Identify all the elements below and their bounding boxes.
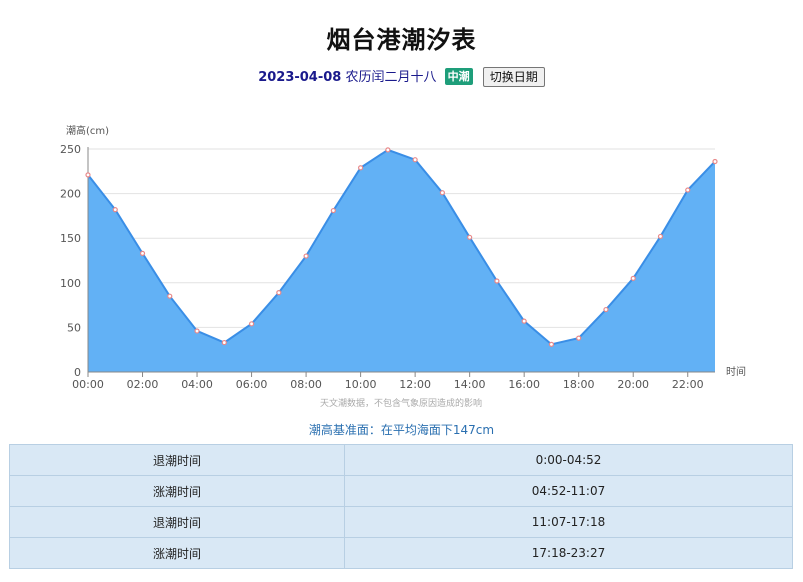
data-point xyxy=(467,234,473,240)
y-tick-label: 50 xyxy=(67,321,81,334)
data-point xyxy=(521,318,527,324)
x-tick-label: 08:00 xyxy=(290,378,322,391)
tide-phase-time: 11:07-17:18 xyxy=(344,506,793,538)
data-point xyxy=(85,172,91,178)
x-axis-label: 时间 xyxy=(726,365,746,378)
y-tick-label: 250 xyxy=(60,143,81,156)
data-point xyxy=(712,158,718,165)
table-row: 涨潮时间 17:18-23:27 xyxy=(9,537,793,569)
data-point xyxy=(112,207,118,213)
data-point xyxy=(358,165,364,171)
data-point xyxy=(194,328,200,334)
data-point xyxy=(439,190,445,196)
y-tick-label: 100 xyxy=(60,277,81,290)
data-point xyxy=(303,253,309,259)
date-text: 2023-04-08 xyxy=(258,70,342,85)
tide-times-table: 退潮时间 0:00-04:52 涨潮时间 04:52-11:07 退潮时间 11:07-1… xyxy=(9,444,793,569)
x-tick-label: 12:00 xyxy=(399,378,431,391)
x-tick-label: 16:00 xyxy=(508,378,540,391)
x-tick-label: 10:00 xyxy=(345,378,377,391)
data-note: 天文潮数据，不包含气象原因造成的影响 xyxy=(320,397,482,409)
lunar-date: 农历闰二月十八 xyxy=(345,70,437,85)
y-tick-label: 150 xyxy=(60,232,81,245)
tide-phase-label: 涨潮时间 xyxy=(9,475,345,507)
datum-text: 潮高基准面：在平均海面下147cm xyxy=(308,423,495,437)
tide-area xyxy=(88,149,715,372)
data-point xyxy=(385,147,391,153)
x-tick-label: 18:00 xyxy=(563,378,595,391)
tide-phase-label: 退潮时间 xyxy=(9,506,345,538)
data-point xyxy=(548,341,555,347)
data-point xyxy=(494,278,500,284)
page-title: 烟台港潮汐表 xyxy=(326,26,477,54)
tide-chart: 05010015020025000:00 02:00 04:00 06:00 08:00… xyxy=(60,124,746,409)
x-tick-label: 02:00 xyxy=(127,378,159,391)
tide-phase-label: 退潮时间 xyxy=(9,444,345,476)
data-point xyxy=(657,233,664,240)
tide-type-badge: 中潮 xyxy=(444,68,473,85)
tide-phase-time: 17:18-23:27 xyxy=(344,537,793,569)
data-point xyxy=(412,157,418,163)
tide-phase-time: 0:00-04:52 xyxy=(344,444,793,476)
tide-phase-time: 04:52-11:07 xyxy=(344,475,793,507)
x-tick-label: 06:00 xyxy=(236,378,268,391)
x-tick-label: 20:00 xyxy=(617,378,649,391)
data-point xyxy=(330,207,336,214)
data-point xyxy=(276,290,282,296)
data-point xyxy=(630,275,636,281)
data-point xyxy=(685,187,691,193)
x-tick-label: 22:00 xyxy=(672,378,704,391)
table-row: 退潮时间 11:07-17:18 xyxy=(9,506,793,538)
tide-phase-label: 涨潮时间 xyxy=(9,537,345,569)
table-row: 涨潮时间 04:52-11:07 xyxy=(9,475,793,507)
date-row: 2023-04-08 农历闰二月十八 中潮 切换日期 xyxy=(0,66,803,87)
y-tick-label: 200 xyxy=(60,188,81,201)
data-point xyxy=(576,335,582,341)
y-axis-label: 潮高(cm) xyxy=(66,124,109,137)
x-tick-label: 14:00 xyxy=(454,378,486,391)
x-tick-label: 04:00 xyxy=(181,378,213,391)
switch-date-button[interactable]: 切换日期 xyxy=(482,67,545,87)
data-point xyxy=(248,321,255,327)
data-point xyxy=(139,250,146,256)
data-point xyxy=(221,339,227,346)
data-point xyxy=(603,306,609,313)
tide-page: 烟台港潮汐表 2023-04-08 农历闰二月十八 中潮 切换日期 0 50 100… xyxy=(0,0,803,582)
table-row: 退潮时间 0:00-04:52 xyxy=(9,444,793,476)
data-point xyxy=(167,293,173,299)
x-tick-label: 00:00 xyxy=(72,378,104,391)
